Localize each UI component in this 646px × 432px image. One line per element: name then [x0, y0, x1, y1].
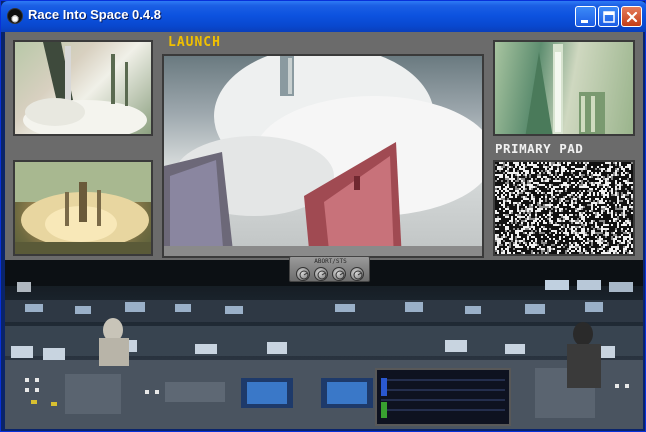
- minimize-button[interactable]: [575, 6, 596, 27]
- monitor-top-right: [493, 40, 635, 136]
- rocket-liftoff-image: [23, 42, 147, 134]
- mission-control-room: [5, 260, 643, 429]
- maximize-button[interactable]: [598, 6, 619, 27]
- control-panel-title: ABORT/STS: [314, 258, 347, 265]
- dial-icon: [317, 270, 327, 280]
- dial-icon: [299, 270, 309, 280]
- telemetry-scope: [375, 368, 511, 426]
- close-button[interactable]: [621, 6, 642, 27]
- control-button-1[interactable]: [296, 267, 310, 281]
- game-viewport[interactable]: LAUNCH PRIMARY PAD ABORT/STS: [5, 32, 643, 429]
- title-bar[interactable]: Race Into Space 0.4.8: [1, 1, 646, 32]
- dial-icon: [335, 270, 345, 280]
- control-button-4[interactable]: [350, 267, 364, 281]
- telemetry-scope-image: [381, 378, 505, 418]
- rocket-fins-image: [164, 56, 482, 256]
- dial-icon: [353, 270, 363, 280]
- monitor-bottom-left: [13, 160, 153, 256]
- app-icon[interactable]: [7, 8, 23, 24]
- primary-pad-label: PRIMARY PAD: [495, 141, 584, 156]
- control-button-2[interactable]: [314, 267, 328, 281]
- control-button-3[interactable]: [332, 267, 346, 281]
- launch-fire-image: [15, 162, 151, 254]
- window-title: Race Into Space 0.4.8: [28, 7, 161, 22]
- tv-static-image: [495, 162, 633, 254]
- control-room-image: [5, 260, 643, 429]
- maximize-icon: [603, 11, 615, 23]
- monitor-static: [493, 160, 635, 256]
- abort-control-panel: ABORT/STS: [289, 256, 370, 282]
- minimize-icon: [581, 20, 588, 23]
- monitor-panel: LAUNCH PRIMARY PAD: [5, 32, 643, 260]
- launch-label: LAUNCH: [168, 35, 221, 50]
- main-launch-view: [162, 54, 484, 258]
- monitor-top-left: [13, 40, 153, 136]
- app-window: Race Into Space 0.4.8 LAUNCH PRIMARY PAD…: [0, 0, 646, 432]
- launch-tower-image: [525, 44, 605, 134]
- close-icon: [626, 11, 638, 23]
